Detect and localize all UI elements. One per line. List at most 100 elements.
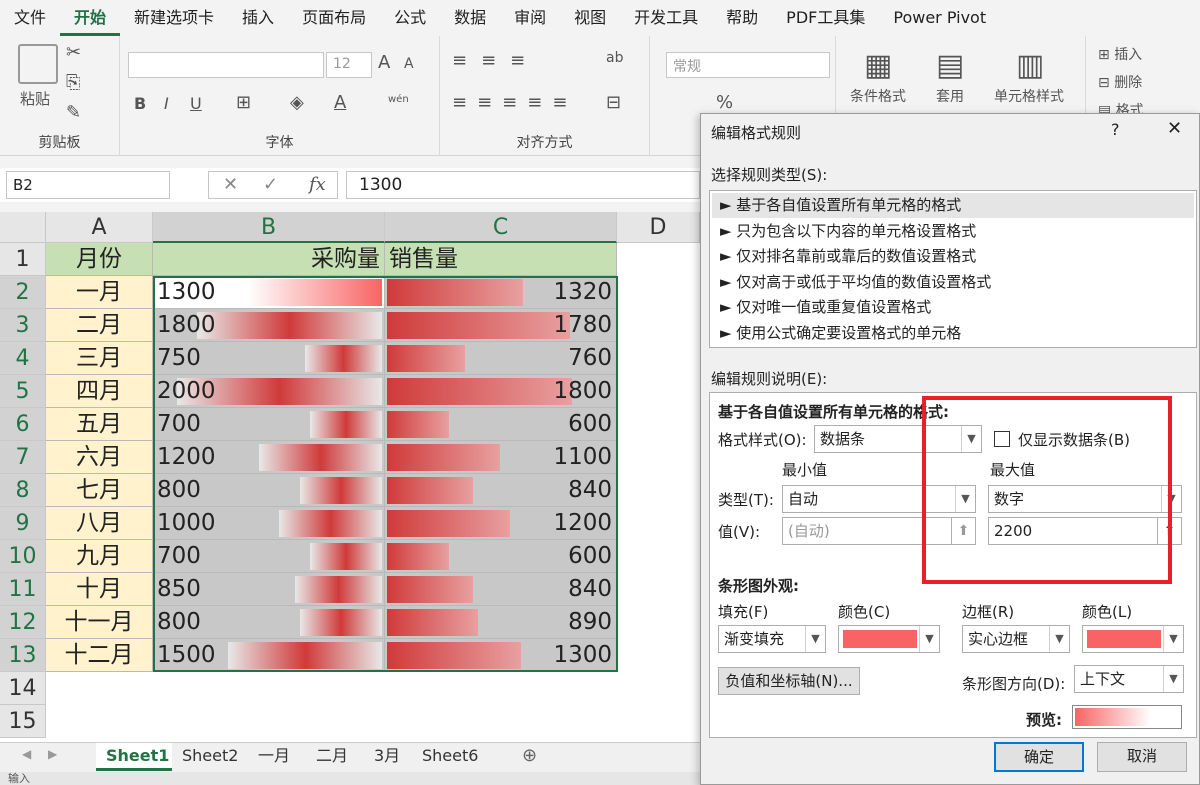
row-header[interactable]: 4 (0, 342, 46, 375)
scroll-right-icon[interactable]: ▶ (48, 747, 57, 761)
delete-cells-button[interactable]: ⊟ 删除 (1098, 72, 1142, 92)
bar-direction-select[interactable]: 上下文 ▼ (1074, 665, 1184, 693)
purchase-cell[interactable]: 1300 (153, 276, 385, 309)
border-icon[interactable]: ⊞ (236, 92, 251, 113)
ribbon-tab[interactable]: 数据 (440, 0, 500, 36)
fill-color-icon[interactable]: ◈ (290, 92, 304, 113)
sales-cell[interactable]: 840 (385, 573, 617, 606)
table-header-month[interactable]: 月份 (46, 243, 153, 276)
sheet-tab[interactable]: 二月 (306, 743, 364, 771)
ribbon-tab[interactable]: 开发工具 (620, 0, 712, 36)
font-name-combo[interactable] (128, 52, 324, 78)
ribbon-tab[interactable]: 视图 (560, 0, 620, 36)
add-sheet-icon[interactable]: ⊕ (522, 745, 537, 766)
ribbon-tab[interactable]: Power Pivot (879, 0, 1000, 36)
rule-type-option[interactable]: ► 基于各自值设置所有单元格的格式 (712, 193, 1194, 218)
sales-cell[interactable]: 890 (385, 606, 617, 639)
purchase-cell[interactable]: 1200 (153, 441, 385, 474)
row-header[interactable]: 9 (0, 507, 46, 540)
cut-icon[interactable]: ✂ (66, 42, 81, 63)
row-header[interactable]: 15 (0, 705, 46, 738)
purchase-cell[interactable]: 2000 (153, 375, 385, 408)
italic-button[interactable]: I (164, 94, 169, 113)
row-header[interactable]: 11 (0, 573, 46, 606)
sales-cell[interactable]: 1300 (385, 639, 617, 672)
purchase-cell[interactable]: 800 (153, 606, 385, 639)
help-icon[interactable]: ? (1111, 120, 1120, 139)
month-cell[interactable]: 一月 (46, 276, 153, 309)
sheet-tab[interactable]: Sheet2 (172, 743, 248, 771)
rule-type-option[interactable]: ► 仅对高于或低于平均值的数值设置格式 (712, 270, 1194, 295)
font-color-icon[interactable]: A (334, 92, 346, 113)
column-header[interactable]: C (385, 212, 617, 243)
grow-font-icon[interactable]: A (378, 52, 390, 73)
sales-cell[interactable]: 1800 (385, 375, 617, 408)
row-header[interactable]: 8 (0, 474, 46, 507)
purchase-cell[interactable]: 750 (153, 342, 385, 375)
month-cell[interactable]: 三月 (46, 342, 153, 375)
number-format-combo[interactable]: 常规 (666, 52, 830, 78)
purchase-cell[interactable]: 1500 (153, 639, 385, 672)
insert-cells-button[interactable]: ⊞ 插入 (1098, 44, 1142, 64)
row-header[interactable]: 14 (0, 672, 46, 705)
ribbon-tab[interactable]: PDF工具集 (772, 0, 879, 36)
row-header[interactable]: 7 (0, 441, 46, 474)
merge-center-icon[interactable]: ⊟ (606, 92, 621, 113)
row-header[interactable]: 5 (0, 375, 46, 408)
table-header-purchase[interactable]: 采购量 (153, 243, 385, 276)
formula-input[interactable]: 1300 (346, 171, 700, 199)
sales-cell[interactable]: 760 (385, 342, 617, 375)
insert-function-icon[interactable]: fx (309, 174, 326, 195)
phonetic-icon[interactable]: wén (388, 94, 409, 105)
vertical-align-icons[interactable]: ≡≡≡ (452, 50, 539, 71)
month-cell[interactable]: 九月 (46, 540, 153, 573)
paste-icon[interactable] (18, 44, 58, 84)
border-type-select[interactable]: 实心边框 ▼ (962, 625, 1070, 653)
month-cell[interactable]: 八月 (46, 507, 153, 540)
border-color-picker[interactable]: ▼ (1082, 625, 1184, 653)
month-cell[interactable]: 五月 (46, 408, 153, 441)
month-cell[interactable]: 七月 (46, 474, 153, 507)
row-header[interactable]: 1 (0, 243, 46, 276)
sales-cell[interactable]: 1780 (385, 309, 617, 342)
fill-type-select[interactable]: 渐变填充 ▼ (718, 625, 826, 653)
row-header[interactable]: 3 (0, 309, 46, 342)
scroll-left-icon[interactable]: ◀ (22, 747, 31, 761)
row-header[interactable]: 10 (0, 540, 46, 573)
row-header[interactable]: 2 (0, 276, 46, 309)
ribbon-tab[interactable]: 新建选项卡 (120, 0, 228, 36)
ribbon-tab[interactable]: 插入 (228, 0, 288, 36)
enter-icon[interactable]: ✓ (263, 174, 278, 195)
month-cell[interactable]: 四月 (46, 375, 153, 408)
sheet-tab[interactable]: Sheet1 (96, 743, 172, 771)
font-size-combo[interactable]: 12 (326, 52, 372, 78)
rule-type-option[interactable]: ► 使用公式确定要设置格式的单元格 (712, 321, 1194, 346)
column-header[interactable]: D (617, 212, 700, 243)
month-cell[interactable]: 十二月 (46, 639, 153, 672)
percent-button[interactable]: % (716, 92, 733, 113)
negative-axis-button[interactable]: 负值和坐标轴(N)... (718, 667, 860, 695)
month-cell[interactable]: 六月 (46, 441, 153, 474)
sales-cell[interactable]: 600 (385, 540, 617, 573)
cancel-icon[interactable]: ✕ (223, 174, 238, 195)
column-header[interactable]: A (46, 212, 153, 243)
sales-cell[interactable]: 1200 (385, 507, 617, 540)
purchase-cell[interactable]: 700 (153, 408, 385, 441)
fill-color-picker[interactable]: ▼ (838, 625, 940, 653)
close-icon[interactable]: ✕ (1167, 118, 1182, 139)
format-as-table-icon[interactable]: ▤ (936, 48, 964, 83)
ribbon-tab[interactable]: 页面布局 (288, 0, 380, 36)
table-header-sales[interactable]: 销售量 (385, 243, 617, 276)
sales-cell[interactable]: 840 (385, 474, 617, 507)
row-header[interactable]: 12 (0, 606, 46, 639)
ok-button[interactable]: 确定 (994, 742, 1084, 772)
column-header[interactable]: B (153, 212, 385, 243)
horizontal-align-icons[interactable]: ≡≡≡≡≡ (452, 92, 577, 113)
month-cell[interactable]: 十一月 (46, 606, 153, 639)
copy-icon[interactable]: ⎘ (66, 72, 80, 93)
purchase-cell[interactable]: 850 (153, 573, 385, 606)
format-painter-icon[interactable]: ✎ (66, 102, 81, 123)
ribbon-tab[interactable]: 文件 (0, 0, 60, 36)
bold-button[interactable]: B (134, 94, 146, 113)
ribbon-tab[interactable]: 公式 (380, 0, 440, 36)
